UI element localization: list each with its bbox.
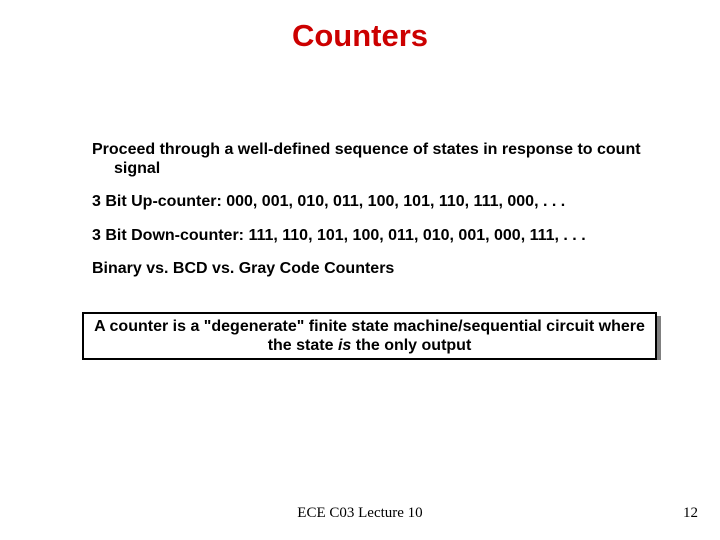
paragraph-intro: Proceed through a well-defined sequence … <box>92 140 647 178</box>
spacer <box>92 245 647 259</box>
paragraph-types: Binary vs. BCD vs. Gray Code Counters <box>92 259 647 278</box>
slide-title: Counters <box>0 18 720 54</box>
slide-body: Proceed through a well-defined sequence … <box>92 140 647 278</box>
callout-text-post: the only output <box>351 337 471 354</box>
slide: Counters Proceed through a well-defined … <box>0 0 720 540</box>
paragraph-down-counter: 3 Bit Down-counter: 111, 110, 101, 100, … <box>92 226 647 245</box>
footer-lecture: ECE C03 Lecture 10 <box>0 505 720 522</box>
footer-page-number: 12 <box>683 505 698 522</box>
spacer <box>92 178 647 192</box>
spacer <box>92 212 647 226</box>
paragraph-up-counter: 3 Bit Up-counter: 000, 001, 010, 011, 10… <box>92 192 647 211</box>
callout-box-content: A counter is a "degenerate" finite state… <box>82 312 657 360</box>
callout-text-emphasis: is <box>338 337 351 354</box>
callout-box: A counter is a "degenerate" finite state… <box>82 312 659 360</box>
